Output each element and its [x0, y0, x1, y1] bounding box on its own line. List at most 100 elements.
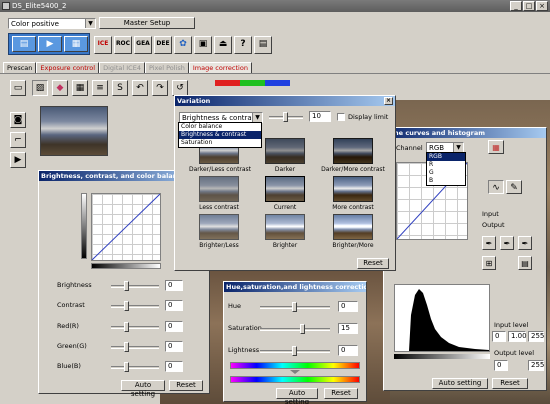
input-white-value[interactable]: 255 [528, 331, 544, 342]
variation-thumb-darker-more[interactable] [333, 138, 373, 164]
blue-value[interactable]: 0 [165, 361, 183, 372]
color-balance-icon[interactable]: ✿ [174, 36, 192, 54]
green-track[interactable] [111, 346, 159, 349]
tool-sharpen-icon[interactable]: S [112, 80, 128, 96]
thumbnail-scan-icon[interactable]: ▶ [38, 36, 62, 52]
lightness-value[interactable]: 0 [338, 345, 358, 356]
tool-crop-icon[interactable]: ▨ [32, 80, 48, 96]
preview-scan-icon[interactable]: ▤ [12, 36, 36, 52]
curves-reset-button[interactable]: Reset [492, 378, 528, 389]
reset-icon[interactable]: ↺ [172, 80, 188, 96]
curve-smooth-icon[interactable]: ∿ [488, 180, 504, 194]
channel-option-r[interactable]: R [427, 161, 465, 169]
channel-option-g[interactable]: G [427, 169, 465, 177]
variation-option-brightness-contrast[interactable]: Brightness & contrast [179, 131, 261, 139]
hue-value[interactable]: 0 [338, 301, 358, 312]
histogram-channels-icon[interactable]: ▤ [518, 256, 532, 270]
variation-thumb-more-contrast[interactable] [333, 176, 373, 202]
tool-curves-icon[interactable]: ▦ [72, 80, 88, 96]
bcc-reset-button[interactable]: Reset [169, 380, 203, 391]
input-black-value[interactable]: 0 [492, 331, 506, 342]
contrast-slider[interactable] [124, 301, 129, 311]
saturation-value[interactable]: 15 [338, 323, 358, 334]
output-white-value[interactable]: 255 [528, 360, 544, 371]
tab-exposure-control[interactable]: Exposure control [36, 62, 100, 73]
channel-option-rgb[interactable]: RGB [427, 153, 465, 161]
maximize-button[interactable]: □ [523, 1, 535, 11]
red-track[interactable] [111, 326, 159, 329]
channel-option-b[interactable]: B [427, 177, 465, 185]
variation-option-color-balance[interactable]: Color balance [179, 123, 261, 131]
lightness-slider[interactable] [292, 346, 297, 356]
mode-select[interactable]: Color positive ▼ [8, 18, 96, 29]
side-tool-camera-icon[interactable]: ◙ [10, 112, 26, 128]
saturation-track[interactable] [260, 328, 330, 331]
red-value[interactable]: 0 [165, 321, 183, 332]
variation-thumb-brighter[interactable] [265, 214, 305, 240]
preferences-icon[interactable]: ▤ [254, 36, 272, 54]
gray-eyedropper-icon[interactable]: ✒ [500, 236, 514, 250]
contrast-value[interactable]: 0 [165, 300, 183, 311]
curves-color-icon[interactable]: ▦ [488, 140, 504, 154]
minimize-button[interactable]: _ [510, 1, 522, 11]
blue-track[interactable] [111, 366, 159, 369]
hue-slider[interactable] [292, 302, 297, 312]
bcc-auto-setting-button[interactable]: Auto setting [121, 380, 165, 398]
side-tool-preview-icon[interactable]: ▶ [10, 152, 26, 168]
black-eyedropper-icon[interactable]: ✒ [482, 236, 496, 250]
auto-levels-icon[interactable]: ⊞ [482, 256, 496, 270]
chevron-down-icon[interactable]: ▼ [453, 143, 463, 152]
dee-icon[interactable]: DEE [154, 36, 172, 54]
tool-color-icon[interactable]: ◆ [52, 80, 68, 96]
brightness-value[interactable]: 0 [165, 280, 183, 291]
chevron-down-icon[interactable]: ▼ [252, 113, 262, 122]
eject-icon[interactable]: ⏏ [214, 36, 232, 54]
input-gamma-value[interactable]: 1.00 [508, 331, 527, 342]
variation-step-value[interactable]: 10 [309, 111, 331, 122]
side-tool-crop-icon[interactable]: ⌐ [10, 132, 26, 148]
close-button[interactable]: × [536, 1, 548, 11]
gea-icon[interactable]: GEA [134, 36, 152, 54]
red-slider[interactable] [124, 322, 129, 332]
brightness-track[interactable] [111, 285, 159, 288]
green-slider[interactable] [124, 342, 129, 352]
film-thumbnail[interactable] [40, 106, 108, 156]
tab-digital-ice4[interactable]: Digital ICE4 [99, 62, 145, 73]
blue-slider[interactable] [124, 362, 129, 372]
tab-image-correction[interactable]: Image correction [188, 62, 252, 73]
close-icon[interactable]: × [384, 97, 393, 105]
curves-auto-setting-button[interactable]: Auto setting [432, 378, 488, 389]
green-value[interactable]: 0 [165, 341, 183, 352]
redo-icon[interactable]: ↷ [152, 80, 168, 96]
tab-prescan[interactable]: Prescan [3, 62, 37, 73]
curve-freehand-icon[interactable]: ✎ [506, 180, 522, 194]
variation-thumb-current[interactable] [265, 176, 305, 202]
contrast-track[interactable] [111, 305, 159, 308]
scan-icon[interactable]: ▦ [64, 36, 88, 52]
variation-thumb-less-contrast[interactable] [199, 176, 239, 202]
master-setup-button[interactable]: Master Setup [99, 17, 195, 29]
brightness-slider[interactable] [124, 281, 129, 291]
variation-thumb-brighter-more[interactable] [333, 214, 373, 240]
variation-thumb-darker[interactable] [265, 138, 305, 164]
variation-reset-button[interactable]: Reset [357, 258, 389, 269]
help-icon[interactable]: ? [234, 36, 252, 54]
roc-icon[interactable]: ROC [114, 36, 132, 54]
hsl-auto-setting-button[interactable]: Auto setting [276, 388, 318, 404]
film-holder-icon[interactable]: ▣ [194, 36, 212, 54]
undo-icon[interactable]: ↶ [132, 80, 148, 96]
ice-icon[interactable]: ICE [94, 36, 112, 54]
tool-levels-icon[interactable]: ≡ [92, 80, 108, 96]
bcc-curve-graph[interactable] [91, 193, 161, 261]
display-limit-checkbox[interactable] [337, 113, 345, 121]
variation-thumb-brighter-less[interactable] [199, 214, 239, 240]
saturation-slider[interactable] [300, 324, 305, 334]
tool-image-icon[interactable]: ▭ [10, 80, 26, 96]
white-eyedropper-icon[interactable]: ✒ [518, 236, 532, 250]
variation-option-saturation[interactable]: Saturation [179, 139, 261, 147]
hsl-reset-button[interactable]: Reset [324, 388, 358, 399]
variation-step-slider[interactable] [283, 112, 288, 122]
output-black-value[interactable]: 0 [494, 360, 508, 371]
chevron-down-icon[interactable]: ▼ [85, 19, 95, 28]
tab-pixel-polish[interactable]: Pixel Polish [144, 62, 189, 73]
